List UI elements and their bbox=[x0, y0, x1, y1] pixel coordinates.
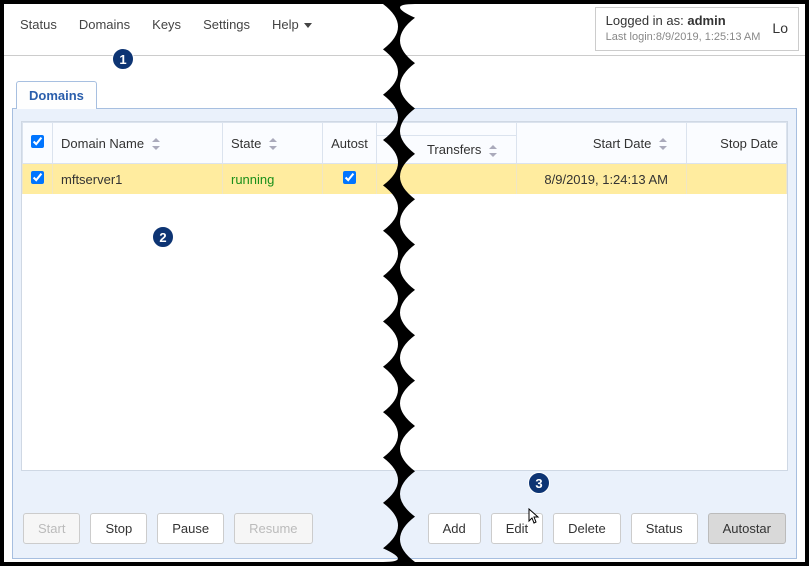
last-login-prefix: Last login: bbox=[606, 31, 656, 43]
pause-button[interactable]: Pause bbox=[157, 513, 224, 544]
last-login-value: 8/9/2019, 1:25:13 AM bbox=[656, 31, 761, 43]
status-button[interactable]: Status bbox=[631, 513, 698, 544]
resume-button[interactable]: Resume bbox=[234, 513, 312, 544]
main-nav: Status Domains Keys Settings Help bbox=[20, 12, 312, 32]
login-prefix: Logged in as: bbox=[606, 13, 684, 28]
autostart-button[interactable]: Autostar bbox=[708, 513, 786, 544]
nav-status[interactable]: Status bbox=[20, 17, 57, 32]
logout-button-partial[interactable]: Lo bbox=[772, 20, 788, 36]
login-box: Logged in as: admin Last login:8/9/2019,… bbox=[595, 7, 799, 51]
button-row: Start Stop Pause Resume Add Edit Delete … bbox=[23, 513, 786, 544]
col-state-label: State bbox=[231, 136, 261, 151]
row-checkbox[interactable] bbox=[31, 171, 44, 184]
cell-transfers bbox=[377, 164, 517, 195]
tab-domains[interactable]: Domains bbox=[16, 81, 97, 109]
cell-domain-name: mftserver1 bbox=[53, 164, 223, 195]
nav-keys[interactable]: Keys bbox=[152, 17, 181, 32]
col-select-all[interactable] bbox=[23, 123, 53, 164]
nav-settings[interactable]: Settings bbox=[203, 17, 250, 32]
col-start-date[interactable]: Start Date bbox=[517, 123, 687, 164]
col-stop-date[interactable]: Stop Date bbox=[687, 123, 787, 164]
add-button[interactable]: Add bbox=[428, 513, 481, 544]
cell-autostart-checkbox[interactable] bbox=[343, 171, 356, 184]
col-domain-name-label: Domain Name bbox=[61, 136, 144, 151]
panel: Domains Domain Name State bbox=[4, 56, 805, 567]
start-button[interactable]: Start bbox=[23, 513, 80, 544]
sort-icon bbox=[268, 138, 278, 150]
col-autostart[interactable]: Autost bbox=[323, 123, 377, 164]
col-domain-name[interactable]: Domain Name bbox=[53, 123, 223, 164]
login-user: admin bbox=[687, 13, 725, 28]
delete-button[interactable]: Delete bbox=[553, 513, 621, 544]
sort-icon bbox=[151, 138, 161, 150]
cell-state: running bbox=[223, 164, 323, 195]
tab-content: Domain Name State Autost Start Date bbox=[12, 109, 797, 559]
col-start-date-label: Start Date bbox=[593, 136, 652, 151]
cell-stop-date bbox=[687, 164, 787, 195]
annotation-badge-1: 1 bbox=[112, 48, 134, 70]
sort-icon bbox=[488, 145, 498, 157]
table-row[interactable]: mftserver1 running 8/9/2019, 1:24:13 AM bbox=[23, 164, 787, 195]
col-transfers[interactable]: Transfers bbox=[377, 136, 517, 164]
col-transfers-label: Transfers bbox=[427, 142, 481, 157]
nav-help[interactable]: Help bbox=[272, 17, 312, 32]
annotation-badge-3: 3 bbox=[528, 472, 550, 494]
annotation-badge-2: 2 bbox=[152, 226, 174, 248]
sort-icon bbox=[658, 138, 668, 150]
domains-grid: Domain Name State Autost Start Date bbox=[21, 121, 788, 471]
col-stop-date-label: Stop Date bbox=[720, 136, 778, 151]
nav-domains[interactable]: Domains bbox=[79, 17, 130, 32]
select-all-checkbox[interactable] bbox=[31, 135, 44, 148]
cursor-icon bbox=[526, 508, 544, 526]
tab-strip: Domains bbox=[12, 80, 797, 109]
col-autostart-label: Autost bbox=[331, 136, 368, 151]
cell-start-date: 8/9/2019, 1:24:13 AM bbox=[517, 164, 687, 195]
stop-button[interactable]: Stop bbox=[90, 513, 147, 544]
col-state[interactable]: State bbox=[223, 123, 323, 164]
